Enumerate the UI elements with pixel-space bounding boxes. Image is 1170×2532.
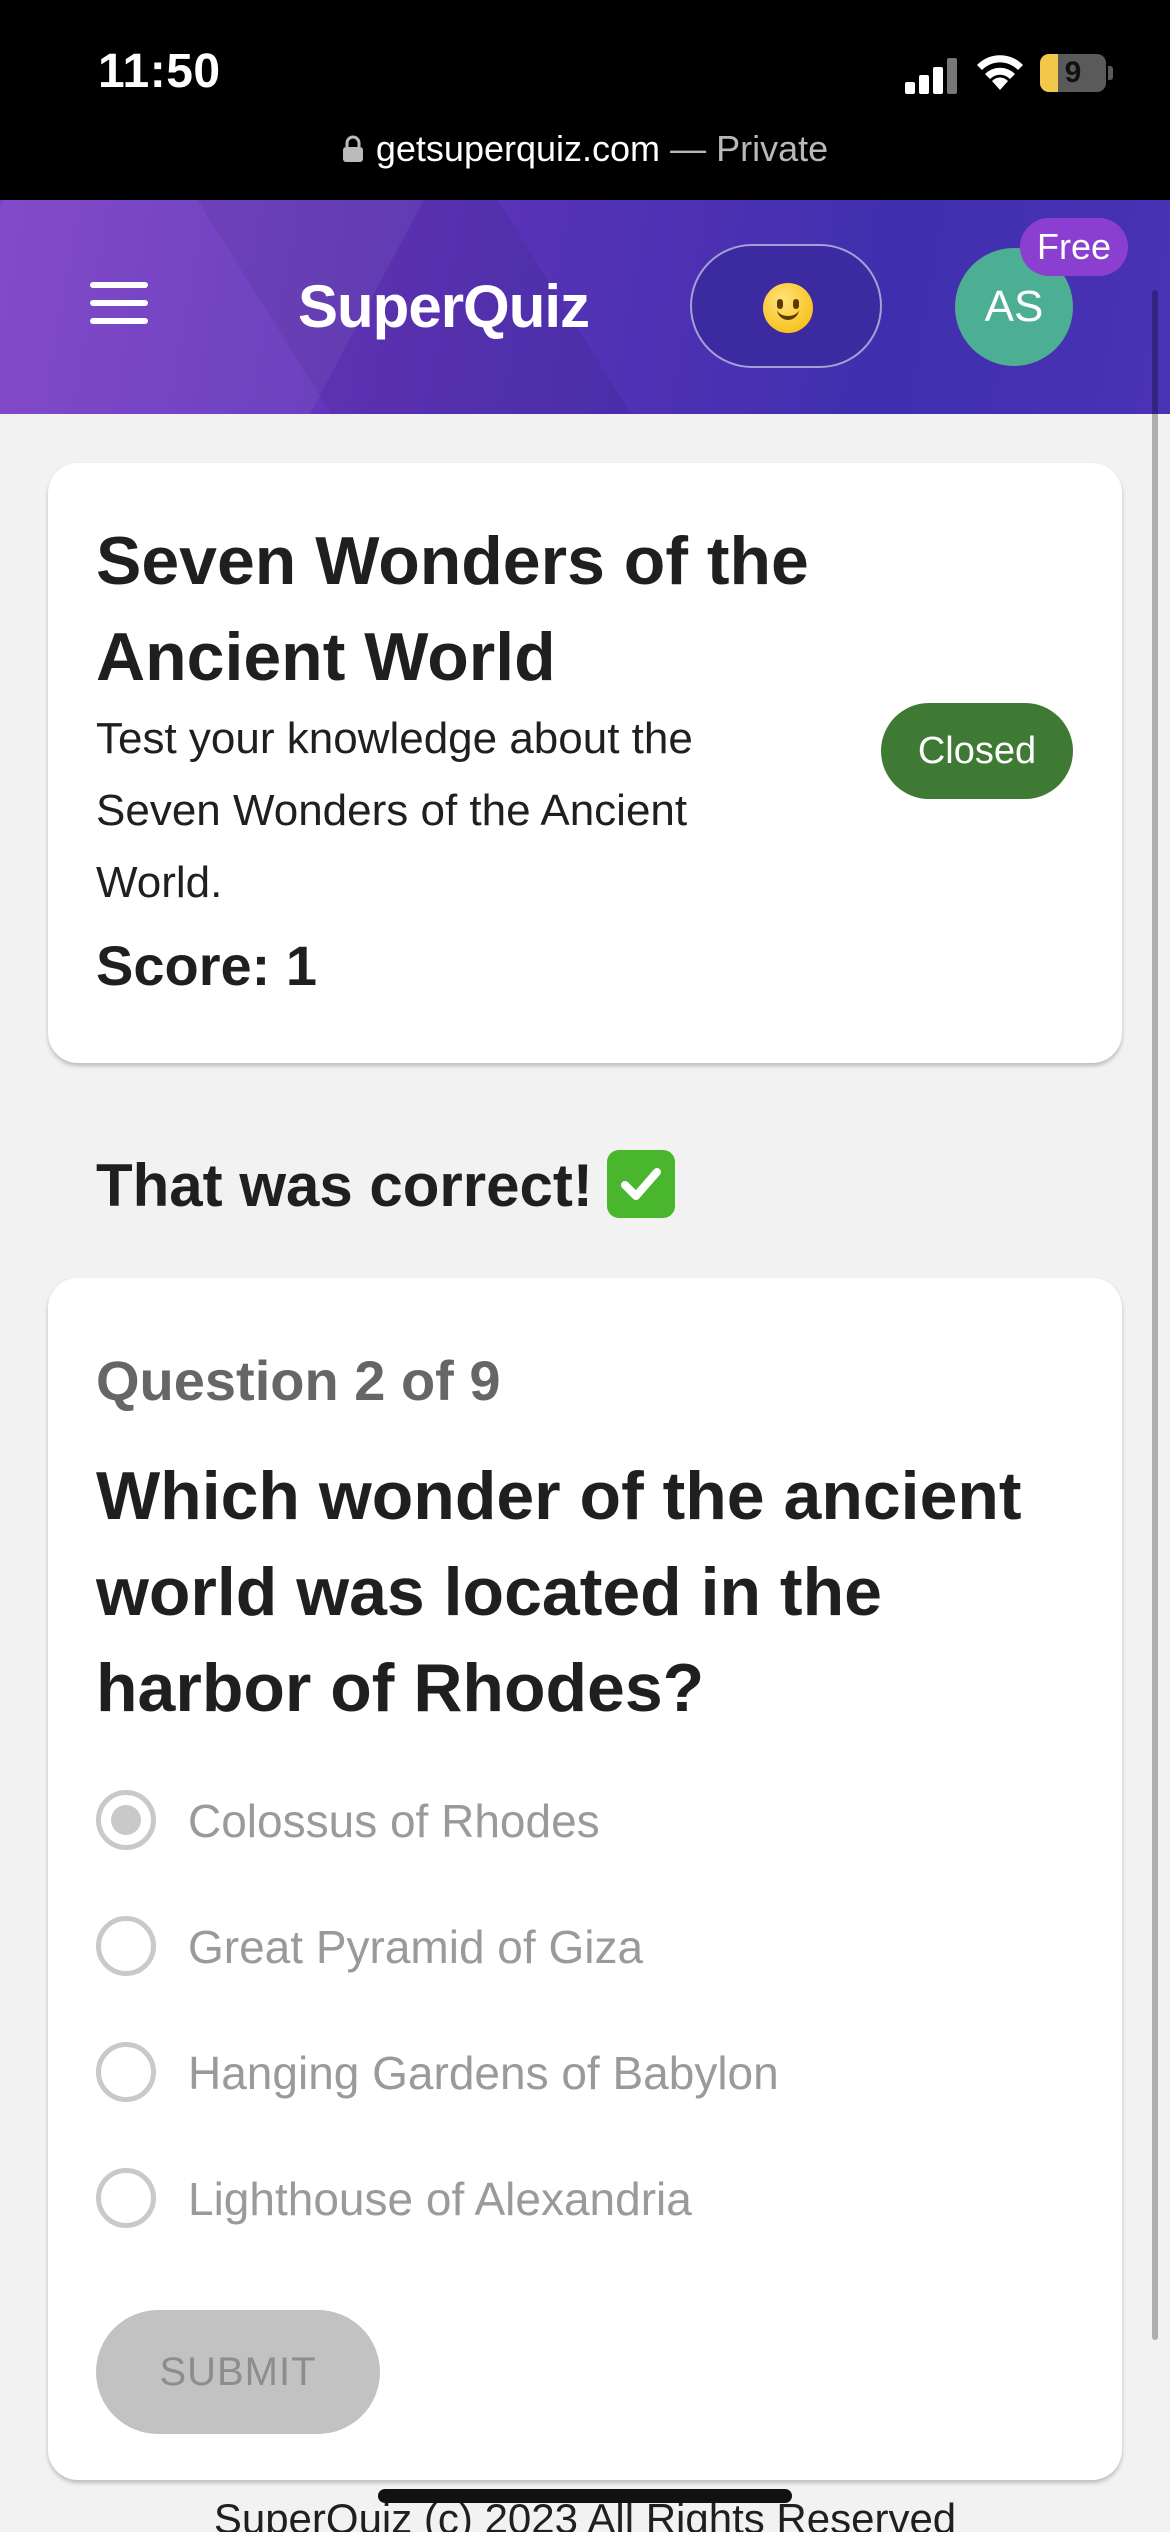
quiz-info-card: Seven Wonders of the Ancient World Test … (48, 463, 1122, 1063)
answer-feedback: That was correct! (96, 1148, 675, 1228)
answer-option[interactable]: Lighthouse of Alexandria (96, 2158, 996, 2238)
score-text: Score: 1 (96, 934, 317, 997)
battery-level: 9 (1064, 56, 1082, 89)
submit-button[interactable]: SUBMIT (96, 2310, 380, 2434)
url-text: getsuperquiz.com (375, 128, 661, 169)
quiz-description: Test your knowledge about the Seven Wond… (96, 714, 693, 907)
logo[interactable]: SuperQuiz (298, 272, 590, 341)
question-progress: Question 2 of 9 (96, 1349, 501, 1412)
answer-option-label: Hanging Gardens of Babylon (188, 2047, 779, 2099)
question-card: Question 2 of 9 Which wonder of the anci… (48, 1278, 1122, 2480)
lock-icon (342, 130, 364, 172)
status-time: 11:50 (98, 45, 221, 98)
check-mark-icon (606, 1150, 675, 1219)
status-bar: 11:50 9 getsuperquiz.com — Private (0, 0, 1170, 200)
answer-option[interactable]: Hanging Gardens of Babylon (96, 2032, 996, 2112)
app-header: SuperQuiz AS Free (0, 200, 1170, 414)
scrollbar[interactable] (1152, 290, 1158, 2340)
answer-option-label: Colossus of Rhodes (188, 1795, 600, 1847)
hamburger-menu-icon[interactable] (90, 282, 148, 324)
radio-button[interactable] (96, 1916, 156, 1976)
radio-button[interactable] (96, 2168, 156, 2228)
radio-button[interactable] (96, 2042, 156, 2102)
question-text: Which wonder of the ancient world was lo… (96, 1458, 1022, 1726)
answer-option[interactable]: Colossus of Rhodes (96, 1780, 996, 1860)
home-indicator[interactable] (378, 2489, 792, 2503)
url-bar[interactable]: getsuperquiz.com — Private (0, 128, 1170, 172)
plan-badge: Free (1020, 218, 1128, 276)
page: 11:50 9 getsuperquiz.com — Private Super… (0, 0, 1170, 2532)
battery-icon: 9 (1040, 54, 1113, 92)
wifi-icon (975, 50, 1025, 92)
answer-option-label: Lighthouse of Alexandria (188, 2173, 692, 2225)
answer-option[interactable]: Great Pyramid of Giza (96, 1906, 996, 1986)
mood-button[interactable] (690, 244, 882, 368)
radio-button-selected[interactable] (96, 1790, 156, 1850)
slightly-smiling-face-icon (763, 283, 813, 333)
feedback-text: That was correct! (96, 1152, 593, 1219)
status-badge: Closed (881, 703, 1073, 799)
cellular-signal-icon (905, 56, 961, 94)
answer-option-label: Great Pyramid of Giza (188, 1921, 644, 1973)
quiz-title: Seven Wonders of the Ancient World (96, 523, 809, 695)
private-label: — Private (670, 128, 829, 169)
